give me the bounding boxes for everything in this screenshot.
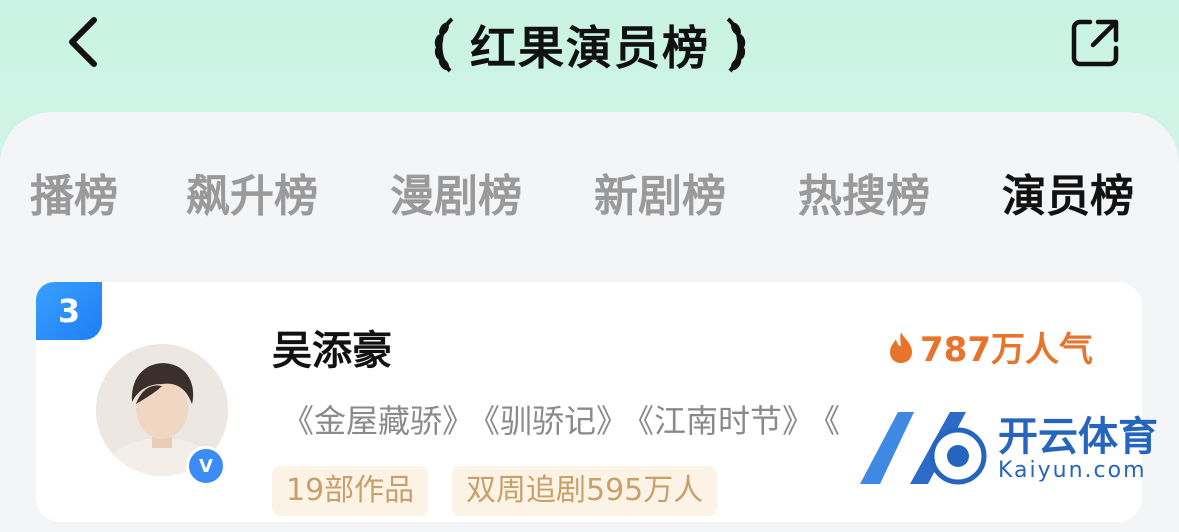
share-icon (1071, 19, 1119, 67)
tab-comic-drama[interactable]: 漫剧榜 (390, 160, 522, 224)
flame-icon (890, 331, 912, 363)
popularity-value: 787万人气 (920, 330, 1093, 370)
tab-bo[interactable]: 播榜 (30, 160, 118, 224)
tab-new-drama[interactable]: 新剧榜 (594, 160, 726, 224)
top-bar: 红果演员榜 (0, 0, 1179, 110)
kaiyun-logo-icon (860, 412, 987, 485)
verified-badge: V (186, 446, 226, 486)
tab-bar: 播榜 飙升榜 漫剧榜 新剧榜 热搜榜 演员榜 (0, 160, 1179, 230)
back-button[interactable] (60, 12, 110, 72)
popularity: 787万人气 (888, 322, 1093, 371)
watermark-domain: Kaiyun.com (998, 457, 1147, 483)
watermark-brand: 开云体育 (998, 413, 1158, 460)
tab-actors[interactable]: 演员榜 (1002, 160, 1134, 224)
work-title[interactable]: 《金屋藏骄》 (282, 402, 474, 440)
works-list: 《金屋藏骄》 《驯骄记》 《江南时节》《 (282, 396, 850, 442)
watermark-text: 开云体育 Kaiyun.com (998, 416, 1158, 483)
work-title[interactable]: 《驯骄记》 (484, 402, 628, 440)
page-title-group: 红果演员榜 (400, 10, 780, 80)
work-title[interactable]: 《 (824, 402, 840, 440)
chevron-left-icon (69, 17, 97, 67)
laurel-right-icon (726, 17, 746, 73)
follow-count-tag: 双周追剧595万人 (452, 466, 718, 516)
laurel-left-icon (434, 17, 454, 73)
watermark: 开云体育 Kaiyun.com (840, 404, 1170, 494)
tab-rising[interactable]: 飙升榜 (186, 160, 318, 224)
rank-badge: 3 (36, 282, 102, 340)
share-button[interactable] (1068, 16, 1122, 70)
work-title[interactable]: 《江南时节》 (638, 402, 814, 440)
tab-hot-search[interactable]: 热搜榜 (798, 160, 930, 224)
works-count-tag: 19部作品 (272, 466, 429, 516)
page-title: 红果演员榜 (470, 21, 710, 75)
actor-name[interactable]: 吴添豪 (272, 318, 392, 376)
